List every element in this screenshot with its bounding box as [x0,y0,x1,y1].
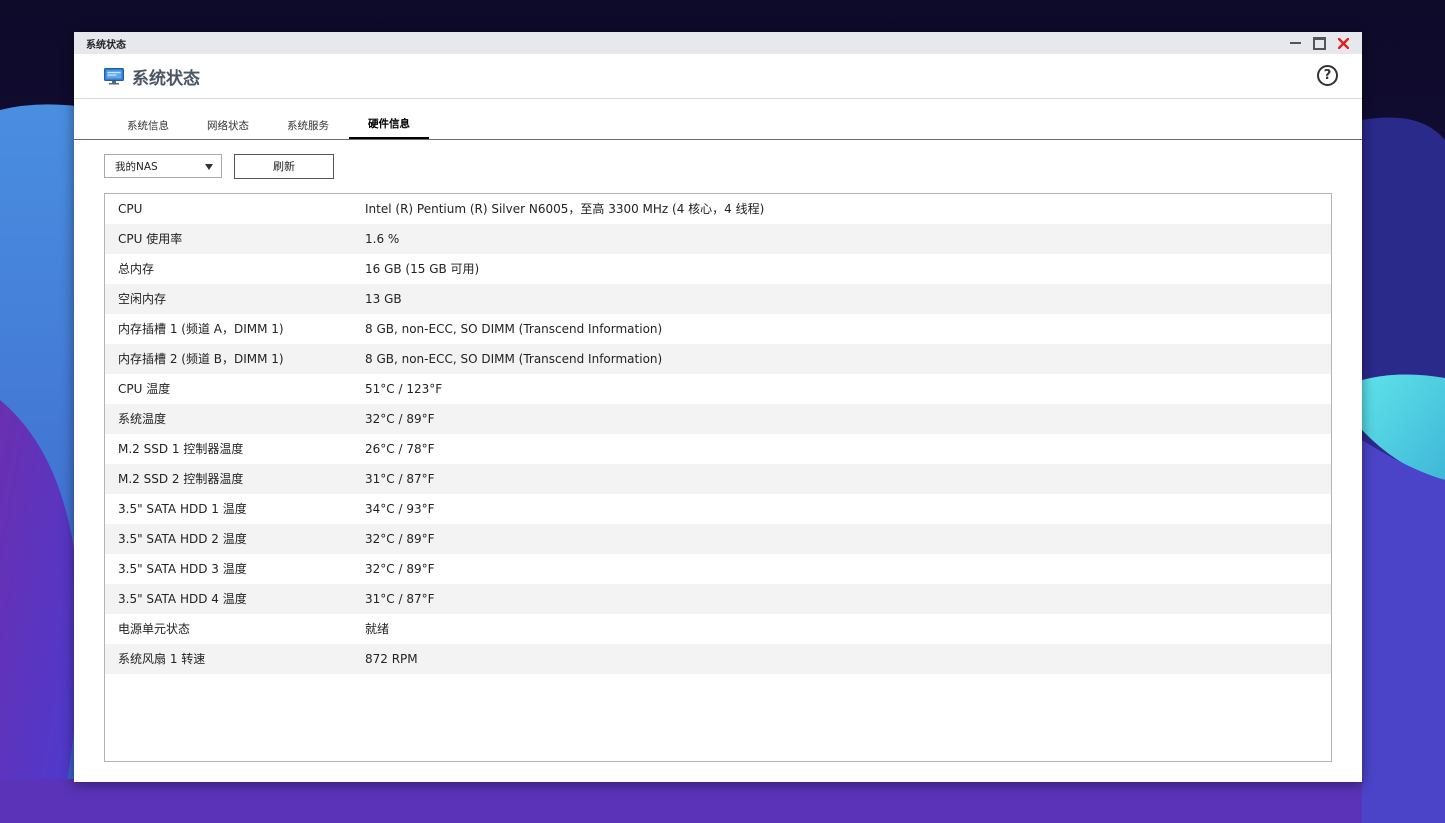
table-row: 3.5" SATA HDD 2 温度 32°C / 89°F [105,524,1331,554]
row-key: M.2 SSD 1 控制器温度 [118,442,244,456]
tab-hardware-info[interactable]: 硬件信息 [349,115,429,139]
row-key: CPU 使用率 [118,232,183,246]
device-select-value: 我的NAS [115,161,158,173]
monitor-icon [104,68,124,85]
window-titlebar: 系统状态 [74,32,1362,54]
app-header: 系统状态 ? [74,54,1362,99]
table-row: 总内存 16 GB (15 GB 可用) [105,254,1331,284]
close-button[interactable] [1331,32,1355,54]
table-row: 系统风扇 1 转速 872 RPM [105,644,1331,674]
table-row: M.2 SSD 2 控制器温度 31°C / 87°F [105,464,1331,494]
tab-system-services[interactable]: 系统服务 [277,117,339,139]
table-row: CPU Intel (R) Pentium (R) Silver N6005，至高… [105,194,1331,224]
row-key: 系统温度 [118,412,167,426]
system-status-window: 系统状态 系统状态 ? 系统信息 网络状态 系统服务 硬件信息 我的NAS 刷新… [74,32,1362,782]
row-value: 32°C / 89°F [365,532,435,546]
maximize-icon [1312,36,1326,50]
table-row: 内存插槽 2 (频道 B，DIMM 1) 8 GB, non-ECC, SO DI… [105,344,1331,374]
row-key: 总内存 [118,262,155,276]
table-row: 电源单元状态 就绪 [105,614,1331,644]
page-title: 系统状态 [132,69,200,89]
row-key: CPU [118,202,143,216]
table-row: 内存插槽 1 (频道 A，DIMM 1) 8 GB, non-ECC, SO DI… [105,314,1331,344]
row-value: 51°C / 123°F [365,382,443,396]
row-value: 就绪 [365,622,390,636]
table-row: 空闲内存 13 GB [105,284,1331,314]
help-icon[interactable]: ? [1317,65,1338,86]
toolbar: 我的NAS 刷新 [74,140,1362,190]
row-key: M.2 SSD 2 控制器温度 [118,472,244,486]
tab-network-status[interactable]: 网络状态 [197,117,259,139]
row-key: 内存插槽 1 (频道 A，DIMM 1) [118,322,284,336]
row-value: 26°C / 78°F [365,442,435,456]
caret-down-icon [205,164,213,170]
row-key: 系统风扇 1 转速 [118,652,206,666]
table-row: 3.5" SATA HDD 3 温度 32°C / 89°F [105,554,1331,584]
table-row: 3.5" SATA HDD 1 温度 34°C / 93°F [105,494,1331,524]
row-value: 32°C / 89°F [365,562,435,576]
table-row: CPU 温度 51°C / 123°F [105,374,1331,404]
table-row: M.2 SSD 1 控制器温度 26°C / 78°F [105,434,1331,464]
row-value: 34°C / 93°F [365,502,435,516]
row-value: 8 GB, non-ECC, SO DIMM (Transcend Inform… [365,352,663,366]
row-value: 872 RPM [365,652,418,666]
row-key: 3.5" SATA HDD 1 温度 [118,502,247,516]
table-row: 3.5" SATA HDD 4 温度 31°C / 87°F [105,584,1331,614]
tab-bar: 系统信息 网络状态 系统服务 硬件信息 [74,99,1362,140]
row-key: 3.5" SATA HDD 2 温度 [118,532,247,546]
row-value: 13 GB [365,292,402,306]
row-value: 16 GB (15 GB 可用) [365,262,480,276]
row-key: 3.5" SATA HDD 3 温度 [118,562,247,576]
minimize-button[interactable] [1283,32,1307,54]
row-key: 3.5" SATA HDD 4 温度 [118,592,247,606]
row-key: 电源单元状态 [118,622,191,636]
row-key: 内存插槽 2 (频道 B，DIMM 1) [118,352,284,366]
hardware-info-table: CPU Intel (R) Pentium (R) Silver N6005，至高… [104,193,1332,762]
refresh-button[interactable]: 刷新 [234,154,334,179]
table-row: CPU 使用率 1.6 % [105,224,1331,254]
row-value: 31°C / 87°F [365,592,435,606]
maximize-button[interactable] [1307,32,1331,54]
table-row: 系统温度 32°C / 89°F [105,404,1331,434]
tab-system-info[interactable]: 系统信息 [117,117,179,139]
close-icon [1337,37,1349,49]
row-value: 1.6 % [365,232,400,246]
window-title: 系统状态 [86,40,126,51]
row-key: 空闲内存 [118,292,167,306]
device-select[interactable]: 我的NAS [104,154,222,178]
row-value: Intel (R) Pentium (R) Silver N6005，至高 33… [365,202,765,216]
row-value: 32°C / 89°F [365,412,435,426]
row-value: 31°C / 87°F [365,472,435,486]
row-value: 8 GB, non-ECC, SO DIMM (Transcend Inform… [365,322,663,336]
minimize-icon [1289,42,1301,44]
row-key: CPU 温度 [118,382,171,396]
